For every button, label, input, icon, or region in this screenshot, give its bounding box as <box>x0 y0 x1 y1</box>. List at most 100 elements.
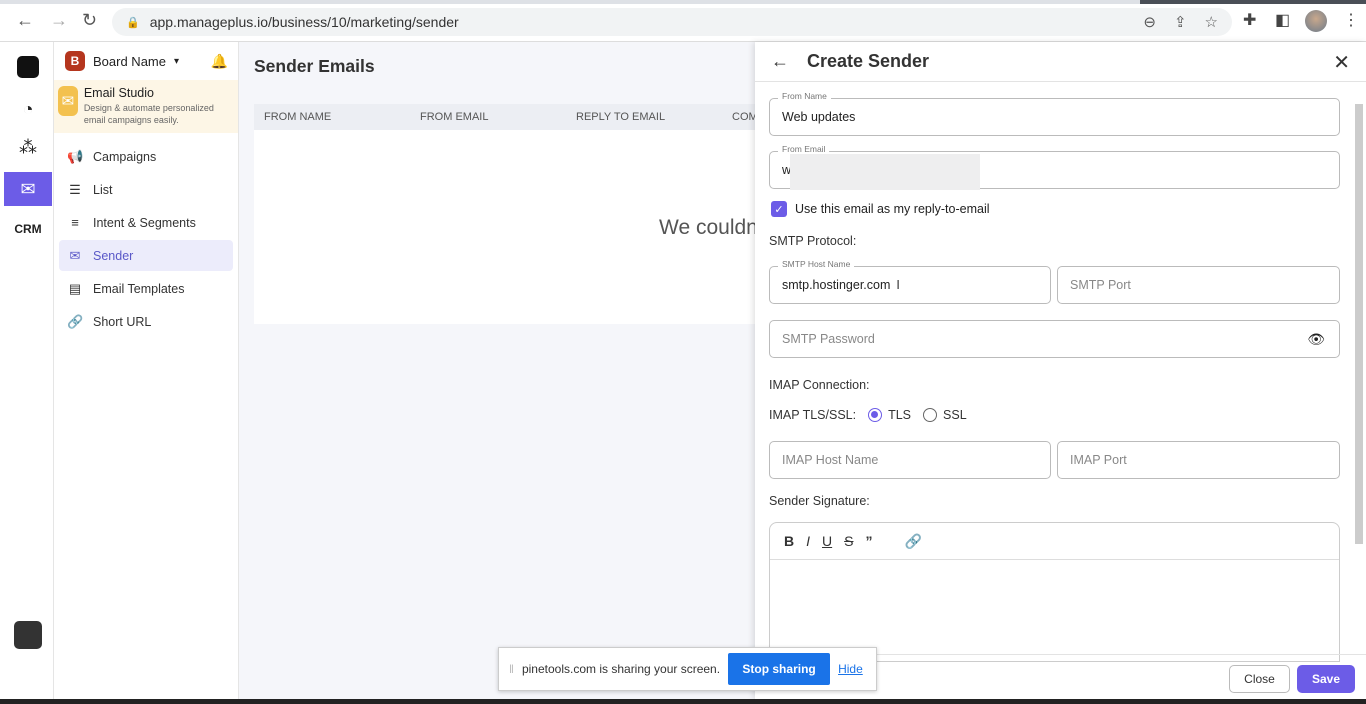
browser-toolbar: ← → ↻ 🔒 app.manageplus.io/business/10/ma… <box>0 0 1366 42</box>
sidebar-item-label: Intent & Segments <box>93 215 196 230</box>
stop-sharing-button[interactable]: Stop sharing <box>728 653 831 685</box>
back-arrow-icon[interactable]: ← <box>771 51 789 72</box>
segments-icon: ≡ <box>71 215 79 230</box>
radio-label: TLS <box>888 408 912 422</box>
field-value: Web updates <box>782 110 856 124</box>
signature-editor[interactable]: B I U S ” 🔗 <box>769 522 1340 662</box>
smtp-port-input[interactable]: SMTP Port <box>1057 266 1340 304</box>
smtp-section-title: SMTP Protocol: <box>769 234 857 248</box>
crm-icon[interactable]: CRM <box>4 212 52 246</box>
studio-title: Email Studio <box>83 86 154 100</box>
zoom-icon[interactable]: ⊖ <box>1143 13 1156 31</box>
drag-handle-icon[interactable]: ‖ <box>509 662 514 676</box>
drawer-title: Create Sender <box>807 51 930 71</box>
profile-avatar[interactable] <box>1305 10 1327 32</box>
star-icon[interactable]: ☆ <box>1205 13 1218 31</box>
template-icon: ▤ <box>68 280 82 296</box>
imap-tls-label: IMAP TLS/SSL: <box>769 408 857 422</box>
address-bar[interactable]: 🔒 app.manageplus.io/business/10/marketin… <box>112 8 1232 36</box>
lock-icon: 🔒 <box>126 16 140 29</box>
create-sender-drawer: ← Create Sender ✕ From Name Web updates … <box>755 42 1366 699</box>
imap-port-input[interactable]: IMAP Port <box>1057 441 1340 479</box>
from-name-input[interactable]: From Name Web updates <box>769 91 1340 136</box>
share-icon[interactable]: ⇪ <box>1174 13 1187 31</box>
field-placeholder: SMTP Port <box>1070 278 1131 292</box>
from-email-input[interactable]: From Email w <box>769 144 1340 190</box>
field-label: From Email <box>778 144 830 154</box>
text-cursor-icon: I <box>896 278 900 292</box>
link-icon: 🔗 <box>67 313 84 329</box>
bell-icon[interactable]: 🔔 <box>211 53 228 70</box>
close-icon[interactable]: ✕ <box>1333 50 1350 75</box>
page-title: Sender Emails <box>254 56 375 76</box>
email-studio-card: ✉ Email Studio Design & automate persona… <box>54 80 238 133</box>
sidebar-item-intent-segments[interactable]: ≡ Intent & Segments <box>59 207 233 238</box>
bold-icon[interactable]: B <box>784 533 794 549</box>
reply-to-checkbox[interactable]: ✓ Use this email as my reply-to-email <box>771 201 990 217</box>
user-avatar[interactable] <box>4 618 52 652</box>
quote-icon[interactable]: ” <box>865 533 872 549</box>
save-button[interactable]: Save <box>1297 665 1355 693</box>
email-marketing-icon[interactable]: ✉ <box>4 172 52 206</box>
back-icon[interactable]: ← <box>16 10 34 31</box>
side-panel-icon[interactable]: ◧ <box>1275 10 1290 30</box>
italic-icon[interactable]: I <box>806 533 810 549</box>
radio-tls[interactable]: TLS <box>868 408 911 422</box>
sidebar-item-list[interactable]: ☰ List <box>59 174 233 205</box>
strikethrough-icon[interactable]: S <box>844 533 853 549</box>
field-placeholder: IMAP Host Name <box>782 453 879 467</box>
app-logo-icon[interactable] <box>4 50 52 84</box>
field-placeholder: SMTP Password <box>782 332 875 346</box>
studio-desc: Design & automate personalized email cam… <box>83 103 214 125</box>
sidebar-item-sender[interactable]: ✉ Sender <box>59 240 233 271</box>
sidebar-item-label: Short URL <box>93 314 152 329</box>
smtp-password-input[interactable]: SMTP Password 👁 <box>769 320 1340 358</box>
drawer-header: ← Create Sender ✕ <box>755 42 1366 82</box>
screen-share-bar: ‖ pinetools.com is sharing your screen. … <box>498 647 877 691</box>
table-header: FROM NAME FROM EMAIL REPLY TO EMAIL COM <box>254 104 758 130</box>
close-button[interactable]: Close <box>1229 665 1290 693</box>
taskbar-edge <box>0 699 1366 704</box>
sidebar-item-email-templates[interactable]: ▤ Email Templates <box>59 273 233 304</box>
imap-host-input[interactable]: IMAP Host Name <box>769 441 1051 479</box>
main-content: Sender Emails FROM NAME FROM EMAIL REPLY… <box>239 42 758 699</box>
underline-icon[interactable]: U <box>822 533 832 549</box>
signature-section-title: Sender Signature: <box>769 494 870 508</box>
column-header: FROM EMAIL <box>420 111 489 123</box>
megaphone-icon: 📢 <box>67 148 84 164</box>
smtp-host-input[interactable]: SMTP Host Name smtp.hostinger.com I <box>769 259 1051 304</box>
tab-strip <box>0 0 1366 4</box>
checkmark-icon: ✓ <box>771 201 787 217</box>
eye-icon[interactable]: 👁 <box>1307 331 1325 348</box>
field-label: SMTP Host Name <box>778 259 855 269</box>
radio-ssl[interactable]: SSL <box>923 408 967 422</box>
sidebar-item-label: Sender <box>93 248 134 263</box>
column-header: FROM NAME <box>264 111 332 123</box>
editor-toolbar: B I U S ” 🔗 <box>770 523 1339 560</box>
extensions-icon[interactable]: ✚ <box>1243 10 1256 30</box>
field-value: smtp.hostinger.com <box>782 278 891 292</box>
radio-label: SSL <box>943 408 967 422</box>
board-logo: B <box>65 51 85 71</box>
sidebar-item-short-url[interactable]: 🔗 Short URL <box>59 306 233 337</box>
url-text: app.manageplus.io/business/10/marketing/… <box>149 14 459 30</box>
board-name: Board Name <box>93 53 166 69</box>
sidebar-item-campaigns[interactable]: 📢 Campaigns <box>59 141 233 172</box>
link-icon[interactable]: 🔗 <box>904 533 921 550</box>
imap-section-title: IMAP Connection: <box>769 378 870 392</box>
reload-icon[interactable]: ↻ <box>82 10 97 31</box>
sidebar: B Board Name ▾ 🔔 ✉ Email Studio Design &… <box>54 42 239 699</box>
forward-icon[interactable]: → <box>50 10 68 31</box>
imap-tls-row: IMAP TLS/SSL: TLS SSL <box>769 408 967 422</box>
dashboard-icon[interactable]: ◔ <box>4 92 52 126</box>
email-studio-icon: ✉ <box>58 86 78 116</box>
redacted-block <box>790 154 980 190</box>
chevron-down-icon: ▾ <box>173 55 180 67</box>
menu-icon[interactable]: ⋮ <box>1343 10 1359 30</box>
hide-link[interactable]: Hide <box>838 662 863 676</box>
board-selector[interactable]: B Board Name ▾ 🔔 <box>54 42 238 80</box>
table-body: We couldn <box>254 130 758 324</box>
drawer-scrollbar[interactable] <box>1354 92 1364 642</box>
field-placeholder: IMAP Port <box>1070 453 1127 467</box>
network-icon[interactable]: ⁂ <box>4 130 52 164</box>
